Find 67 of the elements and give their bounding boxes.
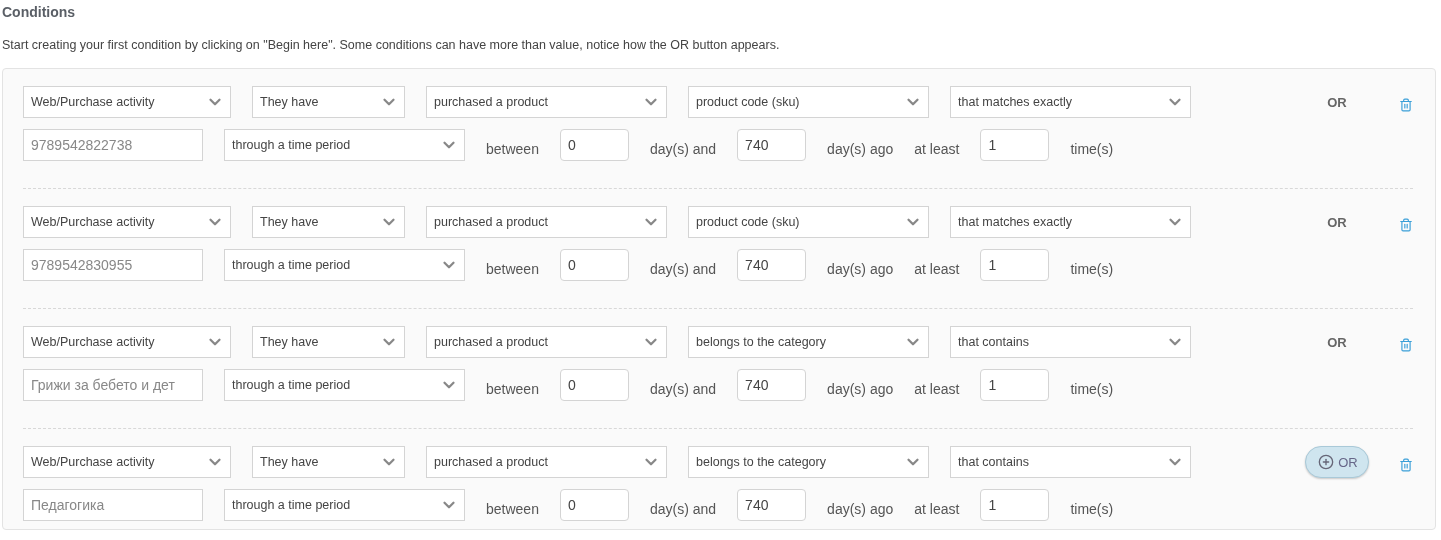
dropdown-select[interactable]: product code (sku) (688, 86, 929, 118)
period-select[interactable]: through a time period (224, 369, 465, 401)
days-from-field[interactable]: 0 (559, 369, 629, 401)
at-least-label: at least (914, 380, 960, 397)
days-to-field[interactable]: 740 (737, 489, 807, 521)
days-and-label: day(s) and (649, 140, 717, 157)
dropdown-select[interactable]: Web/Purchase activity (23, 446, 231, 478)
plus-circle-icon (1318, 454, 1335, 470)
dropdown-select[interactable]: product code (sku) (688, 206, 929, 238)
description-text: Start creating your first condition by clicking on "Begin here". Some conditions can have more than value, notice how the OR button appears. (2, 38, 781, 54)
between-label: between (486, 260, 539, 277)
at-least-label: at least (914, 140, 960, 157)
dropdown-select[interactable]: that contains (950, 326, 1191, 358)
days-ago-label: day(s) ago (827, 380, 894, 397)
dropdown-select[interactable]: that matches exactly (950, 86, 1191, 118)
dropdown-select[interactable]: purchased a product (426, 326, 667, 358)
times-label: time(s) (1070, 260, 1114, 277)
dropdown-select[interactable]: purchased a product (426, 86, 667, 118)
dropdown-select[interactable]: Web/Purchase activity (23, 326, 231, 358)
days-from-field[interactable]: 0 (559, 129, 629, 161)
between-label: between (486, 380, 539, 397)
count-field[interactable]: 1 (980, 129, 1050, 161)
days-ago-label: day(s) ago (827, 500, 894, 517)
or-label: OR (1327, 94, 1347, 110)
count-field[interactable]: 1 (980, 369, 1050, 401)
section-heading: Conditions (2, 4, 77, 22)
between-label: between (486, 500, 539, 517)
value-field[interactable]: Педагогика (23, 489, 203, 521)
days-and-label: day(s) and (649, 380, 717, 397)
days-to-field[interactable]: 740 (737, 249, 807, 281)
period-select[interactable]: through a time period (224, 249, 465, 281)
or-label: OR (1327, 334, 1347, 350)
times-label: time(s) (1070, 140, 1114, 157)
dropdown-select[interactable]: They have (252, 446, 405, 478)
dropdown-select[interactable]: that contains (950, 446, 1191, 478)
dropdown-select[interactable]: belongs to the category (688, 446, 929, 478)
days-to-field[interactable]: 740 (737, 369, 807, 401)
dropdown-select[interactable]: Web/Purchase activity (23, 86, 231, 118)
times-label: time(s) (1070, 380, 1114, 397)
dropdown-select[interactable]: belongs to the category (688, 326, 929, 358)
add-or-button[interactable]: OR (1305, 446, 1369, 478)
period-select[interactable]: through a time period (224, 489, 465, 521)
days-ago-label: day(s) ago (827, 260, 894, 277)
period-select[interactable]: through a time period (224, 129, 465, 161)
days-and-label: day(s) and (649, 260, 717, 277)
count-field[interactable]: 1 (980, 489, 1050, 521)
count-field[interactable]: 1 (980, 249, 1050, 281)
value-field[interactable]: Грижи за бебето и дет (23, 369, 203, 401)
at-least-label: at least (914, 500, 960, 517)
days-ago-label: day(s) ago (827, 140, 894, 157)
days-and-label: day(s) and (649, 500, 717, 517)
dropdown-select[interactable]: that matches exactly (950, 206, 1191, 238)
between-label: between (486, 140, 539, 157)
days-from-field[interactable]: 0 (559, 249, 629, 281)
days-to-field[interactable]: 740 (737, 129, 807, 161)
dropdown-select[interactable]: They have (252, 326, 405, 358)
value-field[interactable]: 9789542822738 (23, 129, 203, 161)
at-least-label: at least (914, 260, 960, 277)
dropdown-select[interactable]: They have (252, 86, 405, 118)
dropdown-select[interactable]: purchased a product (426, 206, 667, 238)
dropdown-select[interactable]: purchased a product (426, 446, 667, 478)
or-label: OR (1327, 214, 1347, 230)
dropdown-select[interactable]: They have (252, 206, 405, 238)
times-label: time(s) (1070, 500, 1114, 517)
dropdown-select[interactable]: Web/Purchase activity (23, 206, 231, 238)
days-from-field[interactable]: 0 (559, 489, 629, 521)
value-field[interactable]: 9789542830955 (23, 249, 203, 281)
